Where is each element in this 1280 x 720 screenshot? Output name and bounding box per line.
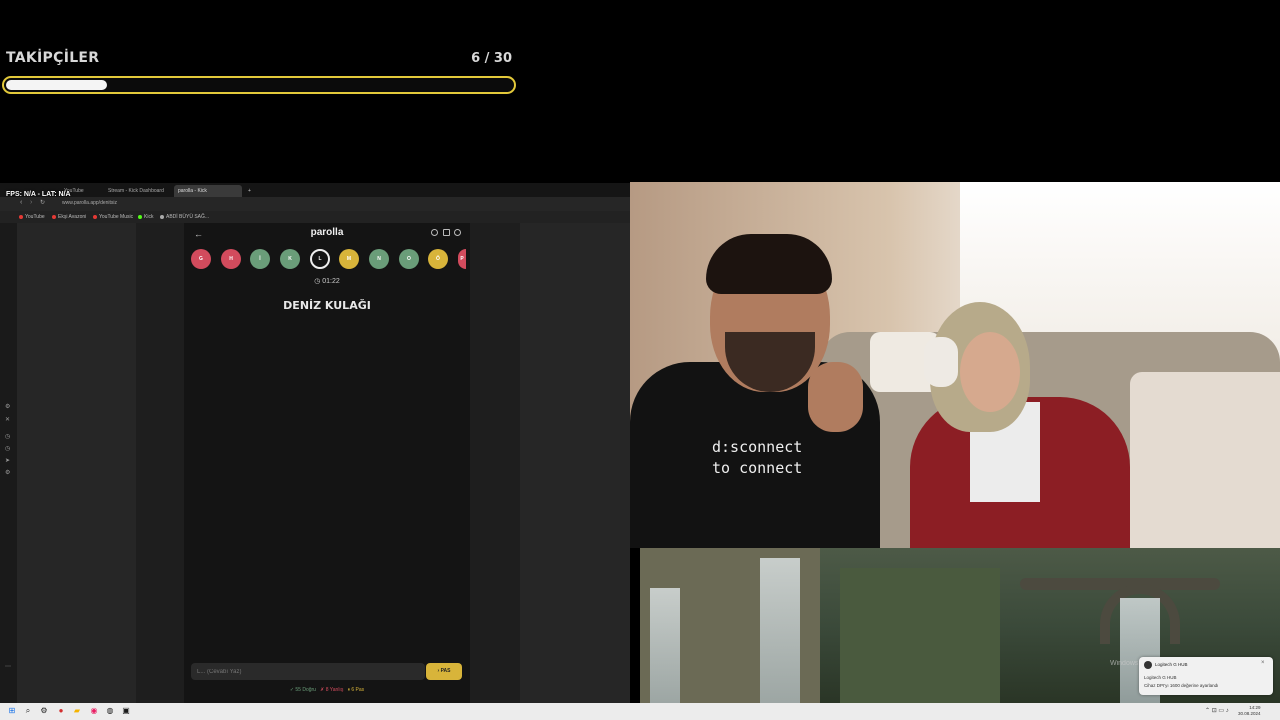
wallpaper-waterfall	[650, 588, 680, 703]
page-left-gutter	[17, 223, 136, 703]
url-text[interactable]: www.parolla.app/denitsiz	[62, 200, 117, 206]
browser-icon[interactable]: ●	[56, 706, 66, 716]
bookmark-icon	[93, 214, 97, 219]
start-icon[interactable]: ⊞	[7, 706, 17, 716]
clock-icon: ◷	[314, 278, 321, 285]
pass-button[interactable]: › PAS	[426, 663, 462, 680]
score-summary: ✓ 55 Doğru ✗ 8 Yanlış ⏸ 6 Pas	[184, 687, 470, 693]
bookmark-label: YouTube	[25, 214, 45, 220]
webcam-person-left-hand	[808, 362, 863, 432]
letter-circle: G	[191, 249, 211, 269]
settings-icon[interactable]	[454, 229, 461, 236]
bookmark-label: YouTube Music	[99, 214, 134, 220]
bookmark-icon	[138, 214, 142, 219]
settings-icon[interactable]: ⚙	[39, 706, 49, 716]
bookmark-icon	[52, 214, 56, 219]
bookmark-icon	[19, 214, 23, 219]
taskbar-clock[interactable]: 14:29 30.08.2024	[1238, 705, 1261, 717]
browser-tab-active[interactable]: parolla - Kick	[174, 185, 242, 197]
webcam-person-right-face	[960, 332, 1020, 412]
bookmark-label: ABDİ BÜYÜ SAĞ...	[166, 214, 210, 220]
browser-tab[interactable]: Stream - Kick Dashboard	[104, 185, 168, 197]
webcam-monitor	[1130, 372, 1280, 548]
system-tray[interactable]: ⌃ ⊡ ▭ ♪	[1205, 707, 1229, 714]
shirt-print-line: to connect	[712, 459, 803, 477]
webcam-person-left-hair	[706, 234, 832, 294]
browser-window: YouTube Stream - Kick Dashboard parolla …	[0, 183, 630, 703]
close-icon[interactable]: ×	[1261, 660, 1265, 666]
clock-icon[interactable]: ◷	[5, 433, 10, 440]
wallpaper-waterfall	[760, 558, 800, 703]
letter-circle: O	[399, 249, 419, 269]
back-icon[interactable]: ‹	[20, 199, 22, 206]
info-icon[interactable]	[431, 229, 438, 236]
logitech-icon	[1144, 661, 1152, 669]
game-title: parolla	[310, 227, 344, 238]
shirt-print: d:sconnect to connect	[712, 437, 802, 479]
bookmark-item[interactable]: YouTube Music	[93, 214, 133, 220]
taskbar: ⊞ ⌕ ⚙ ● ▰ ◉ ◍ ▣ ⌃ ⊡ ▭ ♪ 14:29 30.08.2024	[0, 703, 1280, 720]
search-icon[interactable]: ⌕	[23, 706, 33, 716]
follower-goal-progress-bar	[2, 76, 516, 94]
letter-circle: M	[339, 249, 359, 269]
notification-toast[interactable]: Logitech G HUB × Logitech G HUB Cihaz DP…	[1139, 657, 1273, 695]
shirt-print-line: d:sconnect	[712, 438, 803, 456]
follower-goal-progress-fill	[6, 80, 108, 90]
timer-value: 01:22	[322, 278, 340, 285]
parolla-game-panel: ← parolla G H İ K L M N O Ö P ◷ 01:22 DE…	[184, 223, 470, 703]
bookmark-label: Ekşi Avazoni	[58, 214, 87, 220]
page-right-gutter	[520, 223, 630, 703]
question-text: DENİZ KULAĞI	[283, 299, 371, 312]
answer-input[interactable]	[191, 663, 425, 680]
follower-goal-title: TAKİPÇİLER	[6, 50, 100, 66]
toast-title: Logitech G HUB	[1155, 662, 1188, 667]
timer: ◷ 01:22	[184, 277, 470, 285]
bookmark-item[interactable]: Ekşi Avazoni	[52, 214, 86, 220]
webcam-feed: d:sconnect to connect	[630, 182, 1280, 548]
new-tab-button[interactable]: +	[244, 185, 255, 197]
stats-icon[interactable]	[443, 229, 450, 236]
chevron-right-icon: ›	[437, 668, 440, 674]
settings-icon[interactable]: ⚙	[5, 403, 10, 410]
app-icon[interactable]: ◉	[89, 706, 99, 716]
letter-circle: H	[221, 249, 241, 269]
letter-circle: P	[458, 249, 466, 269]
letter-circle: Ö	[428, 249, 448, 269]
folder-icon[interactable]: ▰	[72, 706, 82, 716]
toast-heading: Logitech G HUB	[1144, 675, 1177, 680]
terminal-icon[interactable]: ▣	[121, 706, 131, 716]
pass-count: ⏸ 6 Pas	[347, 687, 365, 693]
correct-count: ✓ 55 Doğru	[289, 687, 316, 693]
bookmark-item[interactable]: ABDİ BÜYÜ SAĞ...	[160, 214, 209, 220]
wallpaper-forest	[840, 568, 1000, 703]
bookmark-item[interactable]: Kick	[138, 214, 153, 220]
forward-icon[interactable]: ›	[30, 199, 32, 206]
letter-circle: N	[369, 249, 389, 269]
browser-tab-bar: YouTube Stream - Kick Dashboard parolla …	[0, 183, 630, 197]
bookmark-icon	[160, 214, 164, 219]
follower-goal-count: 6 / 30	[471, 51, 512, 66]
browser-side-strip: ⚙ ✕ ◷ ◷ ➤ ⚙ ⋯	[0, 223, 17, 703]
bookmark-item[interactable]: YouTube	[19, 214, 45, 220]
windows-activation-watermark: Windows	[1110, 660, 1139, 667]
wrong-count: ✗ 8 Yanlış	[320, 687, 344, 693]
bookmarks-bar: YouTube Ekşi Avazoni YouTube Music Kick …	[0, 211, 630, 223]
tools-icon[interactable]: ✕	[5, 416, 10, 423]
steam-icon[interactable]: ◍	[105, 706, 115, 716]
menu-icon[interactable]: ⋯	[5, 663, 11, 670]
pass-button-label: PAS	[440, 668, 451, 674]
letter-circle: İ	[250, 249, 270, 269]
letter-circle-current: L	[310, 249, 330, 269]
address-bar[interactable]: ‹ › ↻ www.parolla.app/denitsiz	[0, 197, 630, 211]
letter-circle: K	[280, 249, 300, 269]
headphones-icon	[924, 337, 958, 387]
send-icon[interactable]: ➤	[5, 457, 10, 464]
history-icon[interactable]: ◷	[5, 445, 10, 452]
bookmark-label: Kick	[144, 214, 154, 220]
clock-date: 30.08.2024	[1238, 711, 1261, 716]
reload-icon[interactable]: ↻	[40, 199, 45, 206]
toast-message: Cihaz DPI'yı 1600 değerine ayarlandı	[1144, 683, 1219, 688]
gear-icon[interactable]: ⚙	[5, 469, 10, 476]
